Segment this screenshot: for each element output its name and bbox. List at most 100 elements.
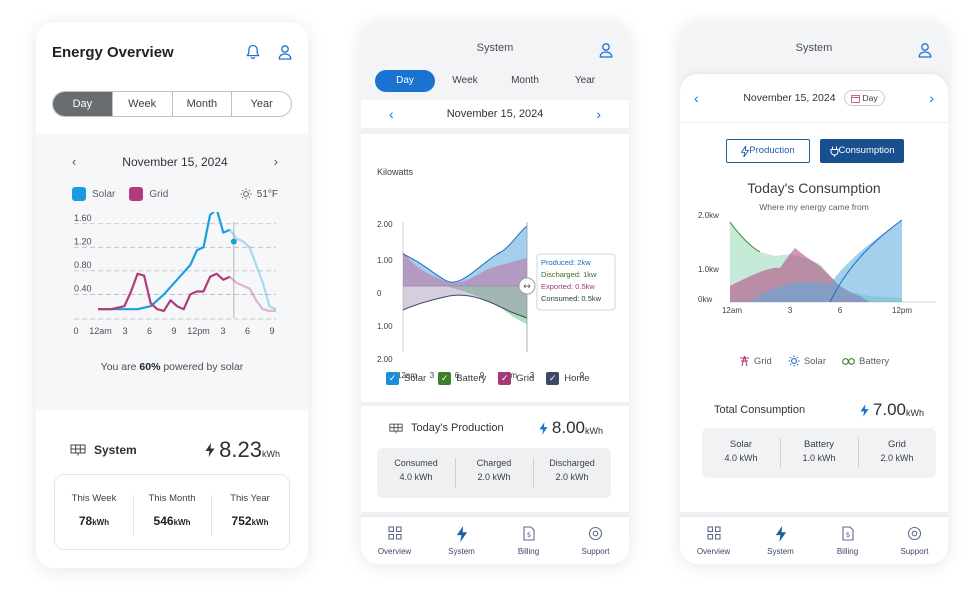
- series-line-faded-solar: [229, 229, 277, 311]
- energy-overview-screen: Energy Overview Day Week Month Year ‹ No…: [36, 22, 308, 568]
- total-consumption: Total Consumption 7.00 kWh: [714, 400, 924, 419]
- prev-date-icon[interactable]: ‹: [389, 106, 394, 122]
- tab-month[interactable]: Month: [495, 70, 555, 92]
- x-tick-label: 0: [73, 326, 78, 336]
- tooltip-line: Produced: 2kw: [541, 258, 591, 267]
- total-month: This Month 546kWh: [133, 475, 211, 549]
- user-icon[interactable]: [599, 42, 613, 58]
- consumption-area-chart[interactable]: 2.0kw 1.0kw 0kw 12am 3 6 12pm: [680, 136, 948, 316]
- next-date-icon[interactable]: ›: [596, 106, 601, 122]
- nav-system[interactable]: System: [428, 517, 495, 564]
- header: Energy Overview: [36, 22, 308, 82]
- legend-solar[interactable]: Solar: [788, 355, 826, 367]
- y-tick-label: 1.0kw: [698, 265, 719, 274]
- production-summary: Today's Production 8.00 kWh: [389, 418, 603, 438]
- nav-support[interactable]: Support: [562, 517, 629, 564]
- legend-grid[interactable]: Grid: [739, 355, 772, 367]
- system-summary: System 8.23 kWh: [70, 437, 280, 463]
- chart-legend: Grid Solar Battery: [680, 355, 948, 367]
- legend-battery[interactable]: Battery: [842, 356, 889, 367]
- battery-icon: [842, 357, 855, 366]
- y-tick-label: 0: [377, 289, 382, 298]
- consumption-stats-card: Solar 4.0 kWh Battery 1.0 kWh Grid 2.0 kWh: [702, 428, 936, 478]
- x-tick-label: 12am: [722, 306, 742, 315]
- nav-support[interactable]: Support: [881, 517, 948, 564]
- headset-icon: [881, 526, 948, 544]
- solar-panel-icon: [70, 444, 86, 456]
- stat-solar: Solar 4.0 kWh: [724, 439, 758, 463]
- y-tick-label: 0kw: [698, 295, 712, 304]
- y-tick-label: 1.00: [377, 256, 393, 265]
- x-tick-label: 6: [245, 326, 250, 336]
- nav-system[interactable]: System: [747, 517, 814, 564]
- grid-icon: [680, 526, 747, 544]
- nav-billing[interactable]: $ Billing: [495, 517, 562, 564]
- prev-date-icon[interactable]: ‹: [72, 154, 76, 169]
- weather: 51°F: [240, 188, 278, 200]
- y-tick-label: 1.00: [377, 322, 393, 331]
- chart-legend: ✓ Solar ✓ Battery ✓ Grid ✓ Home: [386, 372, 590, 385]
- tab-month[interactable]: Month: [173, 92, 233, 116]
- tab-day[interactable]: Day: [53, 92, 113, 116]
- total-week: This Week 78kWh: [71, 493, 117, 528]
- bell-icon[interactable]: [246, 44, 260, 60]
- page-title: System: [476, 42, 514, 54]
- lightning-icon: [747, 526, 814, 544]
- tooltip-line: Exported: 0.5kw: [541, 282, 595, 291]
- consumption-panel: ‹ November 15, 2024 Day › Production Con…: [680, 74, 948, 534]
- next-date-icon[interactable]: ›: [274, 154, 278, 169]
- prev-date-icon[interactable]: ‹: [694, 90, 699, 106]
- nav-overview[interactable]: Overview: [361, 517, 428, 564]
- page-title: Energy Overview: [52, 43, 174, 61]
- user-icon[interactable]: [278, 44, 292, 60]
- chart-legend: Solar Grid 51°F: [72, 187, 278, 201]
- y-tick-label: 1.20: [74, 236, 92, 246]
- legend-solar[interactable]: Solar: [72, 187, 115, 201]
- solar-percentage-note: You are 60% powered by solar: [100, 361, 244, 373]
- tab-year[interactable]: Year: [232, 92, 291, 116]
- stat-grid: Grid 2.0 kWh: [858, 428, 936, 478]
- stat-consumed: Consumed 4.0 kWh: [394, 458, 438, 482]
- system-value: 8.23: [219, 437, 262, 462]
- production-stats-card: Consumed 4.0 kWh Charged 2.0 kWh Discharge…: [377, 448, 611, 498]
- tab-day[interactable]: Day: [375, 70, 435, 92]
- stat-battery: Battery 1.0 kWh: [780, 428, 858, 478]
- drag-arrows-icon: ↔: [523, 282, 531, 292]
- period-tabs: Day Week Month Year: [52, 91, 292, 117]
- tab-week[interactable]: Week: [113, 92, 173, 116]
- period-tabs: Day Week Month Year: [375, 70, 615, 92]
- x-tick-label: 9: [269, 326, 274, 336]
- flow-area-chart[interactable]: 2.00 1.00 0 1.00 2.00 ↔ Produced: 2kw Discharge…: [361, 192, 629, 382]
- legend-solar[interactable]: ✓ Solar: [386, 372, 426, 385]
- date-label: November 15, 2024: [743, 92, 836, 104]
- legend-home[interactable]: ✓ Home: [546, 372, 590, 385]
- chart-panel: ‹ November 15, 2024 › Solar Grid 51°F 1.…: [36, 134, 308, 410]
- solar-panel-icon: [389, 423, 403, 434]
- nav-overview[interactable]: Overview: [680, 517, 747, 564]
- nav-billing[interactable]: $ Billing: [814, 517, 881, 564]
- lightning-icon: [428, 526, 495, 544]
- bottom-nav: Overview System $ Billing Support: [361, 516, 629, 564]
- next-date-icon[interactable]: ›: [929, 90, 934, 106]
- x-tick-label: 12pm: [892, 306, 912, 315]
- system-unit: kWh: [262, 449, 280, 459]
- x-tick-label: 9: [171, 326, 176, 336]
- bill-icon: $: [495, 526, 562, 544]
- energy-line-chart[interactable]: 1.60 1.20 0.80 0.40 0 12am 3 6 9 12pm 3 6 9: [36, 212, 308, 342]
- x-tick-label: 3: [220, 326, 225, 336]
- legend-grid[interactable]: ✓ Grid: [498, 372, 534, 385]
- legend-battery[interactable]: ✓ Battery: [438, 372, 486, 385]
- date-selector: ‹ November 15, 2024 ›: [361, 100, 629, 128]
- user-icon[interactable]: [918, 42, 932, 58]
- tab-week[interactable]: Week: [435, 70, 495, 92]
- legend-grid[interactable]: Grid: [129, 187, 168, 201]
- y-axis-label: Kilowatts: [377, 167, 414, 177]
- date-selector: ‹ November 15, 2024 Day ›: [680, 90, 948, 106]
- y-tick-label: 0.80: [74, 260, 92, 270]
- lightning-icon: [539, 421, 548, 435]
- day-picker[interactable]: Day: [843, 90, 885, 106]
- stat-charged: Charged 2.0 kWh: [455, 448, 533, 498]
- y-tick-label: 2.0kw: [698, 211, 719, 220]
- power-tower-icon: [739, 355, 750, 367]
- tab-year[interactable]: Year: [555, 70, 615, 92]
